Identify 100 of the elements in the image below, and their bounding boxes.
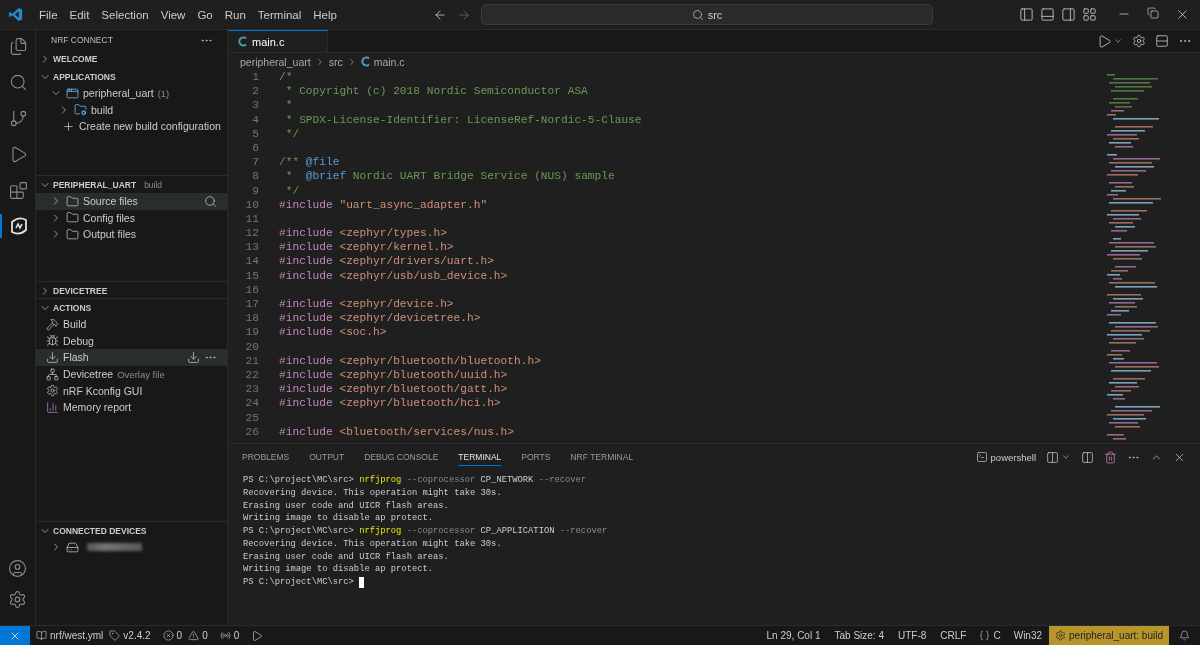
action-item[interactable]: nRF Kconfig GUI (36, 382, 227, 399)
code-line: #include <zephyr/kernel.h> (279, 240, 454, 255)
panel-title: NRF CONNECT (51, 35, 113, 45)
status-item[interactable]: CRLF (933, 626, 974, 645)
folder-icon (66, 228, 79, 241)
settings-icon[interactable] (1132, 34, 1146, 48)
status-item[interactable]: Ln 29, Col 1 (759, 626, 828, 645)
menu-item[interactable]: File (33, 8, 64, 21)
line-number: 15 (244, 268, 259, 283)
tree-item[interactable]: peripheral_uart (1) (36, 85, 227, 102)
action-item[interactable]: Memory report (36, 398, 227, 416)
line-number: 1 (251, 70, 259, 85)
section-header[interactable]: APPLICATIONS (36, 68, 227, 85)
build-status[interactable]: peripheral_uart: build (1049, 626, 1169, 645)
restore-icon[interactable] (1147, 7, 1159, 19)
status-item[interactable]: UTF-8 (891, 626, 934, 645)
panel-tab[interactable]: DEBUG CONSOLE (364, 448, 439, 466)
tree-item[interactable]: Source files (36, 193, 227, 210)
trash-icon[interactable] (1104, 450, 1117, 464)
section-header[interactable]: ACTIONS (36, 299, 227, 316)
action-item[interactable]: Devicetree Overlay file (36, 365, 227, 383)
tree-item[interactable]: Output files (36, 226, 227, 243)
status-item[interactable]: v2.4.2 (109, 626, 157, 645)
back-icon[interactable] (432, 7, 447, 22)
action-item[interactable]: Build (36, 316, 227, 333)
code-line: #include <zephyr/drivers/uart.h> (279, 254, 494, 269)
tree-item[interactable]: Config files (36, 209, 227, 227)
search-icon[interactable] (9, 72, 28, 92)
run-icon[interactable] (1097, 33, 1112, 49)
status-item[interactable]: 0 (156, 626, 183, 645)
search-icon[interactable] (204, 194, 217, 208)
files-icon[interactable] (9, 36, 28, 56)
panel-tab[interactable]: PORTS (521, 448, 551, 466)
sidebar-toggle-icon[interactable] (1019, 7, 1034, 22)
panel-tab[interactable]: OUTPUT (309, 448, 345, 466)
code-line: */ (284, 183, 300, 198)
split-terminal-icon[interactable] (1046, 450, 1059, 464)
line-number: 14 (244, 254, 259, 269)
hammer-icon (46, 317, 59, 331)
status-item[interactable]: Tab Size: 4 (827, 626, 891, 645)
section-header[interactable]: WELCOME (36, 50, 227, 67)
panel-tab[interactable]: NRF TERMINAL (570, 448, 634, 466)
terminal-line: PS C:\project\MC\src> nrfjprog --coprocessor CP_NETWORK --recover (243, 474, 587, 487)
menu-item[interactable]: Edit (63, 8, 96, 21)
nrf-connect-icon[interactable] (8, 216, 29, 236)
menu-item[interactable]: Run (218, 8, 252, 21)
antenna-icon (219, 630, 231, 641)
branch-icon[interactable] (9, 108, 28, 128)
c-file-icon (238, 36, 247, 47)
terminal-line: Recovering device. This operation might take 30s. (243, 486, 502, 500)
panel-toggle-icon[interactable] (1040, 7, 1055, 22)
status-item[interactable]: C (973, 626, 1007, 645)
run-debug-icon[interactable] (9, 144, 28, 164)
menu-item[interactable]: Help (307, 8, 343, 21)
menu-item[interactable]: Terminal (251, 8, 308, 21)
code-line: * (284, 98, 293, 113)
status-item[interactable]: nrf/west.yml (30, 626, 110, 645)
status-item[interactable]: 0 (182, 626, 214, 645)
split-editor-icon[interactable] (1155, 34, 1169, 48)
section-header[interactable]: DEVICETREE (36, 282, 227, 298)
breadcrumb[interactable]: main.c (360, 55, 405, 68)
panel-tab[interactable]: PROBLEMS (242, 448, 290, 466)
editor-tab[interactable]: main.c (228, 30, 328, 52)
section-header[interactable]: PERIPHERAL_UART build (36, 176, 227, 193)
tree-item[interactable]: Create new build configuration (36, 118, 227, 135)
line-number: 4 (251, 112, 259, 127)
line-number: 22 (244, 367, 259, 383)
tag-icon (109, 630, 121, 641)
command-center[interactable]: src (480, 4, 933, 25)
account-icon[interactable] (8, 559, 27, 578)
blocks-icon[interactable] (9, 180, 28, 200)
section-header[interactable]: CONNECTED DEVICES (36, 522, 227, 539)
secondary-sidebar-icon[interactable] (1061, 7, 1076, 22)
code-line: #include <zephyr/bluetooth/uuid.h> (279, 367, 508, 383)
download-icon[interactable] (187, 351, 200, 364)
split-icon[interactable] (1081, 450, 1094, 464)
layout-icon[interactable] (1082, 7, 1097, 22)
breadcrumb[interactable]: src (328, 55, 343, 68)
menu-item[interactable]: Selection (95, 8, 155, 21)
settings-icon[interactable] (8, 590, 27, 609)
menu-item[interactable]: View (154, 8, 192, 21)
action-item[interactable]: Debug (36, 332, 227, 350)
caret-icon[interactable] (1061, 452, 1071, 462)
network-icon (46, 367, 59, 381)
caret-icon[interactable] (1113, 36, 1123, 46)
code-line: #include <zephyr/usb/usb_device.h> (279, 268, 508, 283)
terminal-line: Recovering device. This operation might take 30s. (243, 537, 502, 551)
folder-icon (66, 211, 79, 225)
menu-item[interactable]: Go (191, 8, 219, 21)
tree-item[interactable]: build (36, 101, 227, 119)
terminal-selector[interactable]: powershell (975, 451, 1036, 463)
status-item[interactable]: 0 (213, 626, 246, 645)
book-icon (36, 630, 47, 641)
code-line: #include <bluetooth/services/nus.h> (279, 424, 514, 439)
status-item[interactable]: Win32 (1006, 626, 1050, 645)
panel-tab[interactable]: TERMINAL (458, 448, 502, 466)
breadcrumb[interactable]: peripheral_uart (240, 55, 311, 68)
terminal-cursor (359, 576, 365, 588)
action-item[interactable]: Flash (36, 349, 227, 366)
close-icon[interactable] (1175, 7, 1190, 22)
